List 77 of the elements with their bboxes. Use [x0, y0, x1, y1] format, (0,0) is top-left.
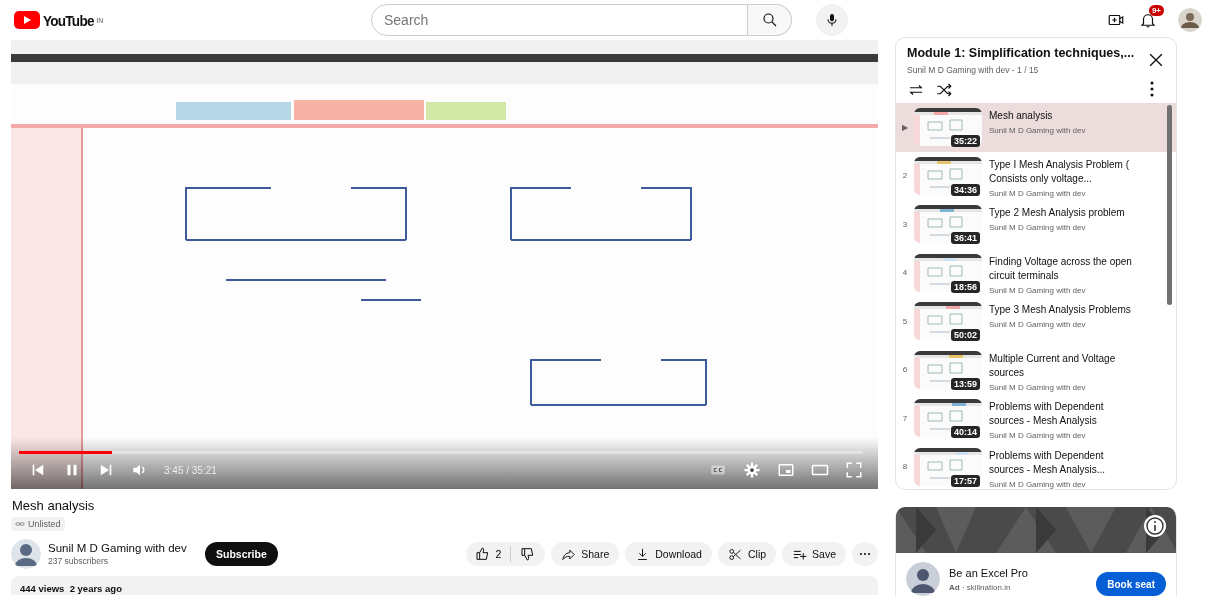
advertiser-avatar-icon [906, 562, 940, 596]
item-index: 8 [901, 462, 909, 472]
info-button[interactable] [1143, 514, 1167, 538]
playlist-item[interactable]: 4 18:56 Finding Voltage across the open circuit terminals Sunil M D Gaming with dev [896, 248, 1176, 297]
duration-badge: 36:41 [950, 232, 980, 245]
subscriber-count: 237 subscribers [48, 556, 109, 566]
video-title: Mesh analysis [12, 498, 96, 513]
item-index: 5 [901, 316, 909, 326]
item-index: 3 [901, 219, 909, 229]
info-icon [1143, 514, 1167, 538]
fullscreen-icon [845, 461, 863, 479]
microphone-icon [824, 12, 840, 28]
playlist-item[interactable]: 6 13:59 Multiple Current and Voltage sources Sunil M D Gaming with dev [896, 345, 1176, 394]
duration-badge: 35:22 [950, 135, 980, 148]
youtube-logo-icon [14, 11, 40, 29]
notification-badge: 9+ [1148, 5, 1164, 16]
settings-icon [743, 461, 761, 479]
search-field[interactable]: Search [371, 4, 748, 36]
item-channel: Sunil M D Gaming with dev [989, 382, 1087, 392]
item-channel: Sunil M D Gaming with dev [989, 479, 1087, 489]
playlist-item[interactable]: 8 17:57 Problems with Dependent sources - Mesh Analysis... Sunil M D Gaming with dev [896, 442, 1176, 489]
bell-icon [1139, 11, 1157, 29]
like-button[interactable]: 2 [466, 542, 511, 566]
more-icon [1150, 81, 1154, 97]
voice-search-button[interactable] [816, 4, 848, 36]
channel-name[interactable]: Sunil M D Gaming with dev [48, 542, 198, 554]
visibility-badge: Unlisted [11, 517, 65, 531]
item-title: Type I Mesh Analysis Problem ( Consists only voltage... [989, 157, 1131, 186]
book-seat-button[interactable]: Book seat [1096, 572, 1166, 596]
item-index: 6 [901, 365, 909, 375]
clip-button[interactable]: Clip [717, 542, 777, 566]
playlist-subtitle: Sunil M D Gaming with dev - 1 / 15 [907, 65, 1040, 75]
link-icon [15, 519, 25, 529]
item-title: Problems with Dependent sources - Mesh Analysis... [989, 448, 1107, 477]
search-icon [760, 11, 779, 29]
playlist-item[interactable]: 5 50:02 Type 3 Mesh Analysis Problems Sunil M D Gaming with dev [896, 297, 1176, 346]
item-index: 4 [901, 268, 909, 278]
ad-title: Be an Excel Pro [949, 566, 1029, 579]
logo-wordmark: YouTube [43, 12, 94, 28]
playlist-item[interactable]: 7 40:14 Problems with Dependent sources - Mesh Analysis Sunil M D Gaming with dev [896, 394, 1176, 443]
channel-avatar-icon[interactable] [11, 539, 41, 569]
item-channel: Sunil M D Gaming with dev [989, 320, 1087, 329]
item-title: Type 3 Mesh Analysis Problems [989, 303, 1132, 317]
duration-badge: 50:02 [950, 329, 980, 342]
item-index: 2 [901, 171, 909, 181]
search-button[interactable] [748, 4, 792, 36]
item-index: ▶ [901, 122, 909, 132]
item-channel: Sunil M D Gaming with dev [989, 223, 1087, 232]
item-title: Mesh analysis [989, 109, 1054, 123]
notifications-button[interactable]: 9+ [1132, 4, 1164, 36]
item-title: Problems with Dependent sources - Mesh Analysis [989, 400, 1105, 428]
playlist-title: Module 1: Simplification techniques,... [907, 46, 1136, 60]
playlist-item[interactable]: 2 34:36 Type I Mesh Analysis Problem ( Consists only voltage... Sunil M D Gaming with dev [896, 151, 1176, 200]
shuffle-button[interactable] [935, 81, 953, 99]
save-button[interactable]: Save [782, 542, 846, 566]
miniplayer-icon [777, 461, 795, 479]
item-title: Type 2 Mesh Analysis problem [989, 206, 1126, 220]
share-button[interactable]: Share [551, 542, 620, 566]
item-channel: Sunil M D Gaming with dev [989, 431, 1087, 440]
item-channel: Sunil M D Gaming with dev [989, 188, 1087, 198]
duration-badge: 40:14 [950, 426, 980, 439]
item-channel: Sunil M D Gaming with dev [989, 285, 1087, 295]
item-title: Finding Voltage across the open circuit terminals [989, 254, 1133, 283]
scissors-icon [727, 546, 743, 562]
avatar-icon[interactable] [1178, 8, 1202, 32]
scrollbar-thumb[interactable] [1167, 105, 1172, 305]
download-button[interactable]: Download [625, 542, 712, 566]
item-index: 7 [901, 413, 909, 423]
description-box: 444 views 2 years ago [11, 576, 878, 595]
subscribe-button[interactable]: Subscribe [205, 542, 278, 566]
time-display: 3:45 / 35:21 [164, 464, 217, 476]
playlist-item[interactable]: ▶ 35:22 Mesh analysis Sunil M D Gaming with dev [896, 103, 1176, 152]
playlist-item[interactable]: 3 36:41 Type 2 Mesh Analysis problem Sunil M D Gaming with dev [896, 200, 1176, 249]
ad-meta: Ad · skillnation.in [949, 582, 1012, 592]
shuffle-icon [935, 81, 953, 99]
item-channel: Sunil M D Gaming with dev [989, 126, 1087, 135]
item-title: Multiple Current and Voltage sources [989, 351, 1117, 380]
